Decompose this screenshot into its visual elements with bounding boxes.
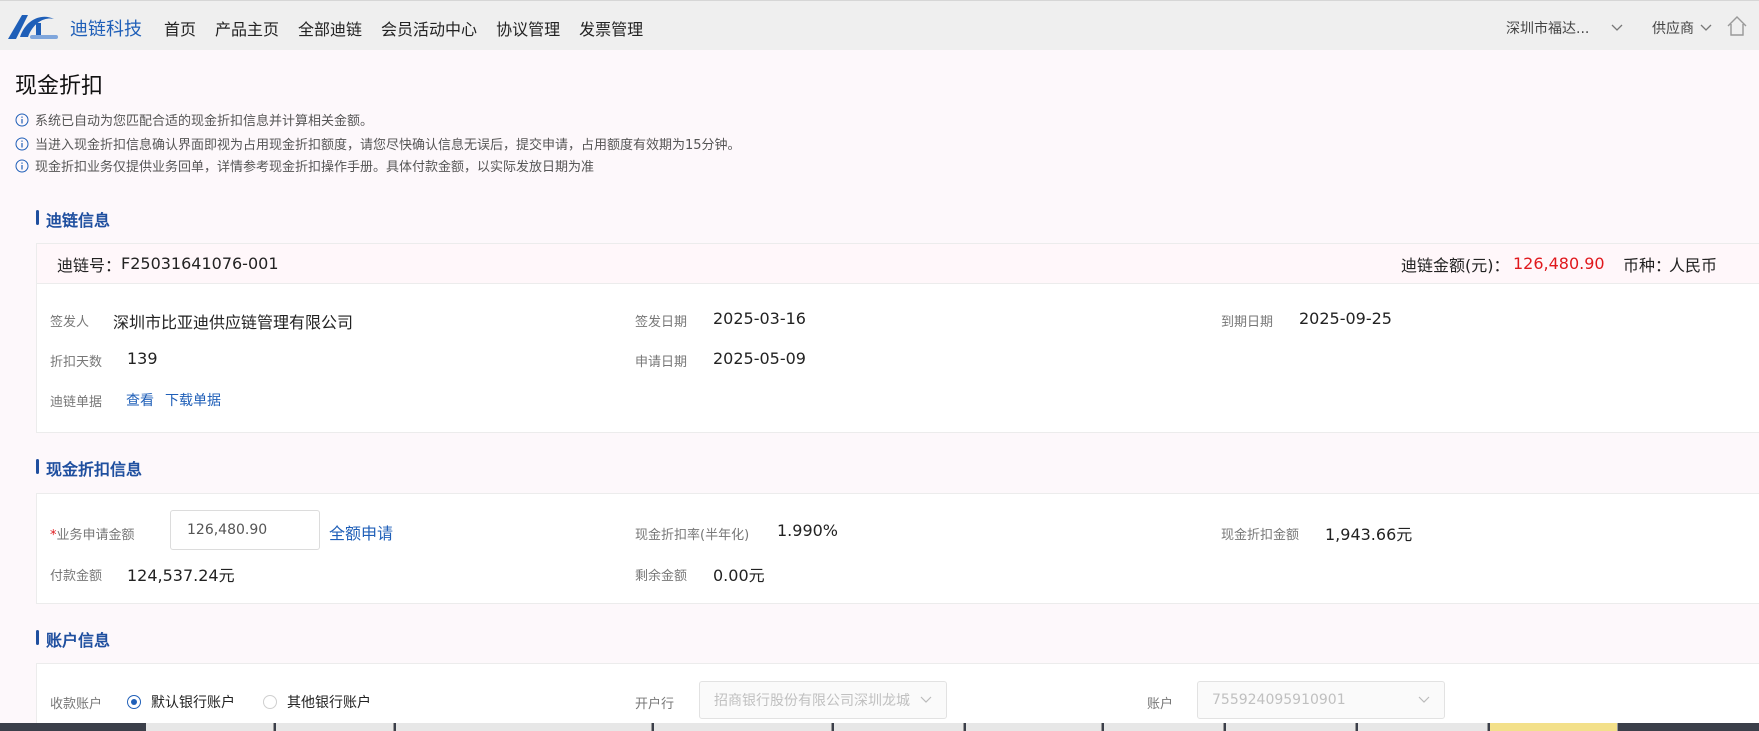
taskbar-app[interactable] xyxy=(146,723,274,731)
view-doc-link[interactable]: 查看 xyxy=(126,390,154,410)
brand-name[interactable]: 迪链科技 xyxy=(70,15,142,41)
info-icon xyxy=(15,113,29,126)
issue-date-value: 2025-03-16 xyxy=(713,309,806,328)
notice-3: 现金折扣业务仅提供业务回单，详情参考现金折扣操作手册。具体付款金额，以实际发放日… xyxy=(15,156,594,175)
nav-invoices[interactable]: 发票管理 xyxy=(579,16,643,40)
chevron-down-icon xyxy=(1611,24,1623,31)
role-select-label: 供应商 xyxy=(1652,21,1694,37)
taskbar-app[interactable] xyxy=(966,723,1102,731)
radio-other-account-label: 其他银行账户 xyxy=(287,695,371,711)
rate-value: 1.990% xyxy=(777,521,839,540)
role-select[interactable]: 供应商 xyxy=(1652,18,1712,38)
notice-text: 当进入现金折扣信息确认界面即视为占用现金折扣额度，请您尽快确认信息无误后，提交申… xyxy=(35,138,741,153)
discount-amount-value: 1,943.66元 xyxy=(1325,525,1413,544)
taskbar-app[interactable] xyxy=(1358,723,1488,731)
dilink-logo[interactable] xyxy=(6,11,60,41)
notice-text: 系统已自动为您匹配合适的现金折扣信息并计算相关金额。 xyxy=(35,114,374,129)
nav-agreements[interactable]: 协议管理 xyxy=(496,16,560,40)
due-date-value: 2025-09-25 xyxy=(1299,309,1392,328)
apply-amount-label-text: 业务申请金额 xyxy=(56,528,135,543)
taskbar-app[interactable] xyxy=(834,723,964,731)
account-label: 账户 xyxy=(1147,697,1174,712)
chevron-down-icon xyxy=(920,696,932,703)
account-panel: 收款账户 默认银行账户 其他银行账户 开户行 招商银行股份有限公司深圳龙城 账户… xyxy=(36,663,1759,731)
dilink-number-label: 迪链号： xyxy=(57,255,122,275)
taskbar-app[interactable] xyxy=(396,723,652,731)
pay-amount-label: 付款金额 xyxy=(50,569,103,584)
notice-2: 当进入现金折扣信息确认界面即视为占用现金折扣额度，请您尽快确认信息无误后，提交申… xyxy=(15,134,741,153)
dilink-amount-label: 迪链金额(元)： xyxy=(1401,255,1510,275)
pay-amount-value: 124,537.24元 xyxy=(127,566,235,585)
nav-products[interactable]: 产品主页 xyxy=(215,16,279,40)
bank-select[interactable]: 招商银行股份有限公司深圳龙城 xyxy=(699,681,947,719)
company-select[interactable]: 深圳市福达... xyxy=(1506,18,1623,38)
dilink-amount: 126,480.90 xyxy=(1513,254,1605,273)
dilink-panel: 迪链号： F25031641076-001 迪链金额(元)： 126,480.9… xyxy=(36,243,1759,433)
taskbar-app[interactable] xyxy=(1226,723,1356,731)
bank-label: 开户行 xyxy=(635,697,675,712)
apply-amount-input-value: 126,480.90 xyxy=(187,522,268,538)
discount-panel: *业务申请金额 126,480.90 全额申请 现金折扣率(半年化) 1.990… xyxy=(36,493,1759,604)
notice-text: 现金折扣业务仅提供业务回单，详情参考现金折扣操作手册。具体付款金额，以实际发放日… xyxy=(35,160,595,175)
main-nav: 首页 产品主页 全部迪链 会员活动中心 协议管理 发票管理 xyxy=(164,16,662,40)
download-doc-link[interactable]: 下载单据 xyxy=(165,390,221,410)
os-taskbar xyxy=(0,723,1759,731)
discount-days-value: 139 xyxy=(127,349,158,368)
taskbar-app[interactable] xyxy=(654,723,832,731)
chevron-down-icon xyxy=(1700,24,1712,31)
discount-amount-label: 现金折扣金额 xyxy=(1221,528,1300,543)
currency-label: 币种： xyxy=(1623,255,1672,275)
remaining-value: 0.00元 xyxy=(713,566,765,585)
taskbar-app-active[interactable] xyxy=(1490,723,1618,731)
issuer-label: 签发人 xyxy=(50,315,90,330)
currency-value: 人民币 xyxy=(1669,255,1718,275)
info-icon xyxy=(15,159,29,172)
issuer-value: 深圳市比亚迪供应链管理有限公司 xyxy=(113,313,354,332)
taskbar-app[interactable] xyxy=(276,723,394,731)
rate-label: 现金折扣率(半年化) xyxy=(635,528,750,543)
remaining-label: 剩余金额 xyxy=(635,569,688,584)
account-select-value: 755924095910901 xyxy=(1212,692,1346,708)
home-icon[interactable] xyxy=(1726,15,1748,37)
issue-date-label: 签发日期 xyxy=(635,315,688,330)
radio-other-account[interactable]: 其他银行账户 xyxy=(263,692,371,712)
nav-all-dilink[interactable]: 全部迪链 xyxy=(298,16,362,40)
full-apply-button[interactable]: 全额申请 xyxy=(329,520,393,544)
dilink-doc-label: 迪链单据 xyxy=(50,395,103,410)
bank-select-value: 招商银行股份有限公司深圳龙城 xyxy=(714,693,910,709)
info-icon xyxy=(15,137,29,150)
chevron-down-icon xyxy=(1418,696,1430,703)
apply-date-value: 2025-05-09 xyxy=(713,349,806,368)
apply-amount-input[interactable]: 126,480.90 xyxy=(170,510,320,550)
section-title-dilink: 迪链信息 xyxy=(36,207,110,231)
company-select-label: 深圳市福达... xyxy=(1506,21,1590,37)
apply-amount-label: *业务申请金额 xyxy=(50,524,135,543)
radio-default-account[interactable]: 默认银行账户 xyxy=(127,692,235,712)
radio-default-account-label: 默认银行账户 xyxy=(151,695,235,711)
account-select[interactable]: 755924095910901 xyxy=(1197,681,1445,719)
notice-1: 系统已自动为您匹配合适的现金折扣信息并计算相关金额。 xyxy=(15,110,373,129)
page-title: 现金折扣 xyxy=(15,74,104,99)
discount-days-label: 折扣天数 xyxy=(50,355,103,370)
apply-date-label: 申请日期 xyxy=(635,355,688,370)
section-title-discount: 现金折扣信息 xyxy=(36,456,142,480)
radio-checked-icon xyxy=(127,695,141,709)
dilink-number: F25031641076-001 xyxy=(121,254,279,273)
dilink-panel-header: 迪链号： F25031641076-001 迪链金额(元)： 126,480.9… xyxy=(37,244,1759,284)
radio-unchecked-icon xyxy=(263,695,277,709)
top-nav-bar: 迪链科技 首页 产品主页 全部迪链 会员活动中心 协议管理 发票管理 深圳市福达… xyxy=(0,0,1759,50)
section-title-account: 账户信息 xyxy=(36,627,110,651)
taskbar-app[interactable] xyxy=(1104,723,1224,731)
receive-account-label: 收款账户 xyxy=(50,697,103,712)
due-date-label: 到期日期 xyxy=(1221,315,1274,330)
nav-member-center[interactable]: 会员活动中心 xyxy=(381,16,477,40)
nav-home[interactable]: 首页 xyxy=(164,16,196,40)
